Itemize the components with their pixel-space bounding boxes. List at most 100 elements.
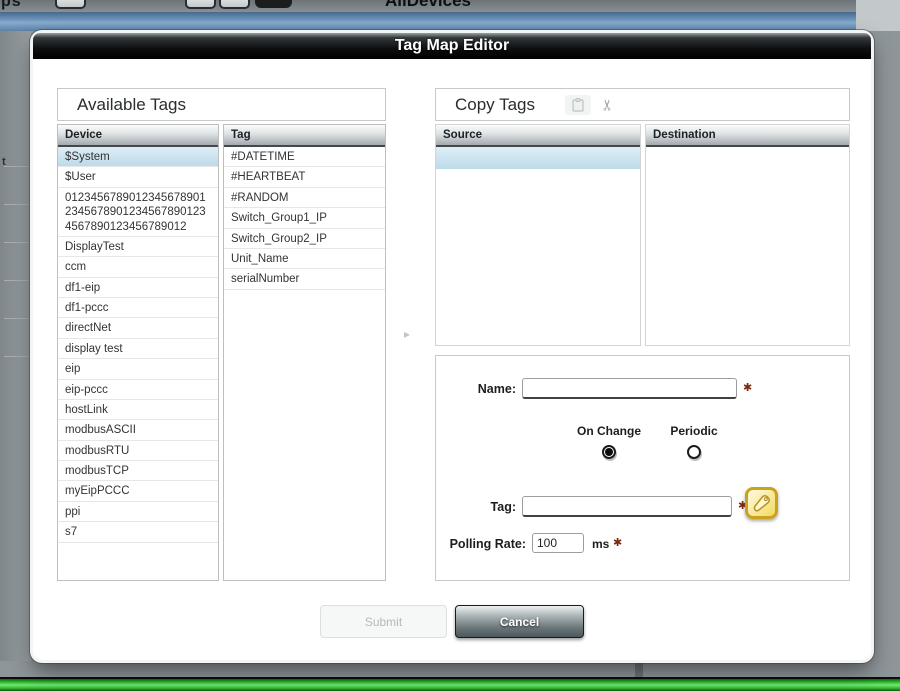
required-marker: ✱ — [613, 536, 622, 549]
background-partial-text: t — [2, 156, 6, 168]
available-tags-lists: Device $System $User 0123456789012345678… — [57, 124, 386, 581]
toolbar-button[interactable] — [55, 0, 86, 9]
tag-icon — [752, 494, 771, 513]
list-item-label: modbusRTU — [65, 445, 129, 457]
name-label: Name: — [436, 382, 516, 396]
radio-button[interactable] — [602, 445, 616, 459]
tag-column-header: Tag — [224, 125, 385, 147]
list-item[interactable]: modbusASCII — [58, 420, 218, 440]
polling-rate-unit: ms — [592, 537, 609, 551]
list-item-label: Switch_Group1_IP — [231, 212, 327, 224]
dialog-titlebar[interactable]: Tag Map Editor — [33, 33, 871, 59]
polling-rate-input[interactable] — [532, 533, 584, 553]
cancel-button[interactable]: Cancel — [455, 605, 584, 638]
list-item[interactable]: hostLink — [58, 400, 218, 420]
list-item-label: eip-pccc — [65, 384, 108, 396]
copy-tags-title: Copy Tags — [455, 95, 535, 115]
list-item-label: ccm — [65, 261, 86, 273]
list-item[interactable]: ppi — [58, 502, 218, 522]
list-item-label: hostLink — [65, 404, 108, 416]
destination-column: Destination — [645, 124, 850, 346]
list-item[interactable]: #DATETIME — [224, 147, 385, 167]
background-blue-strip — [0, 12, 900, 31]
list-item-label: modbusASCII — [65, 424, 136, 436]
paste-icon[interactable] — [565, 95, 591, 115]
mode-radio-group: On Change Periodic — [564, 424, 734, 459]
list-item[interactable]: modbusRTU — [58, 441, 218, 461]
tag-label: Tag: — [436, 500, 516, 514]
list-item[interactable]: Switch_Group1_IP — [224, 208, 385, 228]
device-list: Device $System $User 0123456789012345678… — [57, 124, 219, 581]
screen: ps AllDevices t Tag Map Editor Available… — [0, 0, 900, 691]
list-item[interactable]: serialNumber — [224, 269, 385, 289]
list-item[interactable]: DisplayTest — [58, 237, 218, 257]
list-item-label: $System — [65, 151, 110, 163]
submit-button[interactable]: Submit — [320, 605, 447, 638]
available-tags-panel-title: Available Tags — [57, 88, 386, 121]
list-item-label: display test — [65, 343, 123, 355]
tag-browse-button[interactable] — [745, 487, 778, 519]
background-panel-corner — [856, 0, 900, 31]
panel-arrow-icon: ▸ — [404, 327, 410, 341]
list-item[interactable]: Switch_Group2_IP — [224, 229, 385, 249]
list-item-label: Switch_Group2_IP — [231, 233, 327, 245]
list-item-label: directNet — [65, 322, 111, 334]
status-bar-green — [0, 677, 900, 691]
cut-icon[interactable]: ✂ — [598, 98, 616, 111]
required-marker: ✱ — [743, 381, 752, 394]
list-item[interactable]: myEipPCCC — [58, 481, 218, 501]
mode-option-label: On Change — [577, 424, 641, 438]
copy-tags-panel-title: Copy Tags ✂ — [435, 88, 850, 121]
copy-tags-table: Source Destination — [435, 124, 850, 346]
toolbar-button[interactable] — [185, 0, 216, 9]
list-item[interactable]: ccm — [58, 257, 218, 277]
toolbar-dark-button[interactable] — [255, 0, 292, 8]
list-item-label: #HEARTBEAT — [231, 171, 305, 183]
list-item[interactable]: df1-eip — [58, 278, 218, 298]
list-item-label: s7 — [65, 526, 77, 538]
name-input[interactable] — [522, 378, 737, 399]
list-item-label: myEipPCCC — [65, 485, 130, 497]
list-item-label: #RANDOM — [231, 192, 289, 204]
source-column-header: Source — [436, 125, 640, 147]
source-column: Source — [435, 124, 641, 346]
list-item[interactable]: #RANDOM — [224, 188, 385, 208]
list-item-label: ppi — [65, 506, 80, 518]
polling-rate-label: Polling Rate: — [436, 537, 526, 551]
background-divider — [635, 660, 643, 678]
list-item[interactable]: $User — [58, 167, 218, 187]
background-window-title: AllDevices — [385, 0, 471, 11]
dialog-title: Tag Map Editor — [395, 37, 509, 55]
list-item-label: DisplayTest — [65, 241, 124, 253]
list-item[interactable]: df1-pccc — [58, 298, 218, 318]
list-item[interactable]: eip-pccc — [58, 380, 218, 400]
list-item-label: 0123456789012345678901234567890123456789… — [65, 192, 206, 233]
background-left-sidebar: t — [0, 31, 31, 661]
list-item[interactable]: modbusTCP — [58, 461, 218, 481]
list-item[interactable]: eip — [58, 359, 218, 379]
tag-map-form: Name: ✱ On Change Periodic Tag: ✱ Pollin… — [435, 355, 850, 581]
device-rows: $System $User 01234567890123456789012345… — [58, 147, 218, 543]
tag-map-editor-dialog: Tag Map Editor Available Tags Device $Sy… — [33, 33, 871, 660]
tag-input[interactable] — [522, 496, 732, 517]
background-partial-text: ps — [1, 0, 22, 11]
destination-column-header: Destination — [646, 125, 849, 147]
toolbar-button[interactable] — [219, 0, 250, 9]
selected-copy-row[interactable] — [436, 147, 640, 169]
list-item[interactable]: #HEARTBEAT — [224, 167, 385, 187]
mode-option[interactable]: On Change — [564, 424, 654, 459]
list-item[interactable]: s7 — [58, 522, 218, 542]
list-item[interactable]: $System — [58, 147, 218, 167]
radio-button[interactable] — [687, 445, 701, 459]
tag-rows: #DATETIME #HEARTBEAT #RANDOM Switch_Grou… — [224, 147, 385, 290]
list-item-label: df1-pccc — [65, 302, 108, 314]
list-item-label: modbusTCP — [65, 465, 129, 477]
list-item-label: eip — [65, 363, 80, 375]
list-item[interactable]: 0123456789012345678901234567890123456789… — [58, 188, 218, 237]
list-item-label: Unit_Name — [231, 253, 289, 265]
mode-option-label: Periodic — [670, 424, 717, 438]
list-item[interactable]: display test — [58, 339, 218, 359]
list-item[interactable]: Unit_Name — [224, 249, 385, 269]
list-item[interactable]: directNet — [58, 318, 218, 338]
mode-option[interactable]: Periodic — [654, 424, 734, 459]
